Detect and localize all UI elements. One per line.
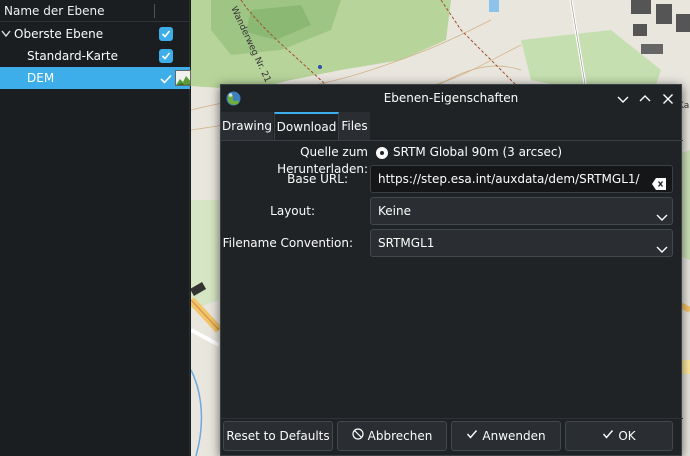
layer-panel: Name der Ebene Oberste Ebene Standard-Ka… [0, 0, 191, 456]
apply-button-label: Anwenden [482, 429, 546, 443]
ok-button[interactable]: OK [565, 421, 673, 451]
dialog-title: Ebenen-Eigenschaften [383, 91, 519, 105]
chevron-down-icon[interactable] [615, 90, 631, 106]
layer-visibility-checkbox[interactable] [159, 27, 173, 41]
tab-drawing[interactable]: Drawing [221, 112, 274, 140]
layer-label: Standard-Karte [27, 49, 118, 63]
source-radio-srtm[interactable] [376, 147, 388, 159]
layout-dropdown[interactable]: Keine [370, 197, 673, 225]
chevron-up-icon[interactable] [637, 90, 653, 106]
base-url-value: https://step.esa.int/auxdata/dem/SRTMGL1… [378, 172, 640, 186]
tab-bar: Drawing Download Files [221, 112, 683, 140]
chevron-down-icon [656, 238, 668, 253]
cancel-icon [352, 422, 364, 450]
source-option-label[interactable]: SRTM Global 90m (3 arcsec) [393, 144, 562, 161]
layer-visibility-check-icon[interactable] [159, 71, 173, 85]
reset-to-defaults-button[interactable]: Reset to Defaults [223, 421, 333, 451]
dialog-button-bar: Reset to Defaults Abbrechen Anwenden OK [221, 418, 683, 456]
layer-label: Oberste Ebene [14, 27, 104, 41]
clear-text-icon[interactable] [652, 173, 666, 190]
base-url-label: Base URL: [287, 172, 348, 186]
layout-label: Layout: [270, 204, 315, 218]
layer-list-header[interactable]: Name der Ebene [0, 0, 189, 22]
tab-files[interactable]: Files [339, 112, 371, 140]
filename-convention-dropdown[interactable]: SRTMGL1 [370, 229, 673, 257]
layer-row-standard-karte[interactable]: Standard-Karte [0, 45, 190, 67]
chevron-down-icon [656, 206, 668, 221]
ok-button-label: OK [618, 429, 636, 443]
layer-label: DEM [27, 71, 55, 85]
check-icon [466, 422, 478, 450]
layer-row-oberste-ebene[interactable]: Oberste Ebene [0, 23, 190, 45]
cancel-button-label: Abbrechen [367, 429, 433, 443]
check-icon [602, 422, 614, 450]
layer-row-dem[interactable]: DEM [0, 67, 191, 89]
filename-convention-value: SRTMGL1 [378, 236, 435, 250]
layout-value: Keine [378, 204, 411, 218]
tab-download[interactable]: Download [274, 112, 339, 140]
cancel-button[interactable]: Abbrechen [337, 421, 447, 451]
layer-visibility-checkbox[interactable] [159, 49, 173, 63]
close-icon[interactable] [660, 90, 676, 106]
app-globe-icon [225, 90, 242, 107]
dem-layer-thumbnail-icon [175, 70, 191, 86]
layer-properties-dialog: Ebenen-Eigenschaften Drawing Download Fi… [220, 84, 683, 456]
reset-button-label: Reset to Defaults [226, 429, 330, 443]
tab-divider [221, 140, 683, 141]
dialog-titlebar[interactable]: Ebenen-Eigenschaften [221, 85, 681, 112]
filename-convention-label: Filename Convention: [222, 236, 353, 250]
apply-button[interactable]: Anwenden [451, 421, 561, 451]
base-url-input[interactable]: https://step.esa.int/auxdata/dem/SRTMGL1… [370, 165, 673, 193]
